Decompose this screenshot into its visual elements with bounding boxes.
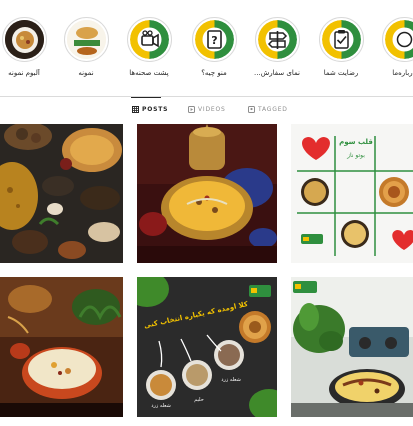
post-image (291, 277, 413, 417)
post-tile[interactable]: قلب سوم بوتو ناز (291, 124, 413, 263)
highlight-behind-scenes[interactable]: پشت صحنه‌ها (117, 17, 181, 77)
highlight-cover (63, 17, 109, 62)
grid-icon (132, 106, 139, 113)
info-icon (384, 20, 413, 59)
post-tile[interactable] (0, 277, 123, 417)
item-label: شعله زرد (221, 377, 241, 383)
play-icon (188, 106, 195, 113)
tag-person-icon (248, 106, 255, 113)
post-image (137, 277, 277, 417)
food-photo-icon (66, 20, 106, 59)
post-tile[interactable] (0, 124, 123, 263)
camera-icon (129, 20, 169, 59)
highlight-sample[interactable]: نمونه (54, 17, 118, 77)
post-title: قلب سوم (339, 138, 373, 146)
tab-label: POSTS (142, 106, 169, 113)
highlight-cover (1, 17, 47, 62)
tab-label: VIDEOS (198, 106, 226, 113)
highlight-cover (318, 17, 364, 62)
profile-tabs: POSTS VIDEOS TAGGED (0, 98, 413, 122)
post-tile[interactable] (291, 277, 413, 417)
post-image (0, 277, 123, 417)
highlight-label: منو چیه؟ (201, 69, 227, 77)
post-tile[interactable]: کلا اومده که یکباره انتخاب کنی شعله زرد … (137, 277, 277, 417)
highlight-label: پشت صحنه‌ها (129, 69, 169, 77)
highlight-label: درباره‌ما (392, 69, 413, 77)
post-subtitle: بوتو ناز (347, 152, 365, 159)
highlight-cover (254, 17, 300, 62)
highlight-about-us[interactable]: درباره‌ما (372, 17, 413, 77)
highlight-label: آلبوم نمونه (8, 69, 40, 77)
highlight-label: نمونه (78, 69, 94, 77)
tab-posts[interactable]: POSTS (132, 106, 168, 113)
highlight-sample-album[interactable]: آلبوم نمونه (0, 17, 56, 77)
highlight-menu[interactable]: ? منو چیه؟ (182, 17, 246, 77)
tab-videos[interactable]: VIDEOS (188, 106, 226, 113)
highlight-cover (126, 17, 172, 62)
post-image (137, 124, 277, 263)
post-tile[interactable] (137, 124, 277, 263)
item-label: شعله زرد (151, 403, 171, 409)
svg-text:?: ? (211, 34, 217, 47)
highlight-label: رضایت شما (323, 69, 359, 77)
section-divider (0, 96, 413, 97)
post-image (0, 124, 123, 263)
item-label: حلیم (194, 397, 204, 403)
tab-tagged[interactable]: TAGGED (248, 106, 288, 113)
highlight-cover (381, 17, 413, 62)
highlight-label: ...نمای سفارش (254, 69, 300, 77)
story-highlights: آلبوم نمونه نمونه (0, 0, 413, 92)
highlight-satisfaction[interactable]: رضایت شما (309, 17, 373, 77)
clipboard-check-icon (321, 20, 361, 59)
highlight-order-guide[interactable]: ...نمای سفارش (245, 17, 309, 77)
question-icon: ? (194, 20, 234, 59)
signpost-icon (257, 20, 297, 59)
food-photo-icon (4, 20, 44, 59)
highlight-cover: ? (191, 17, 237, 62)
tab-label: TAGGED (258, 106, 288, 113)
